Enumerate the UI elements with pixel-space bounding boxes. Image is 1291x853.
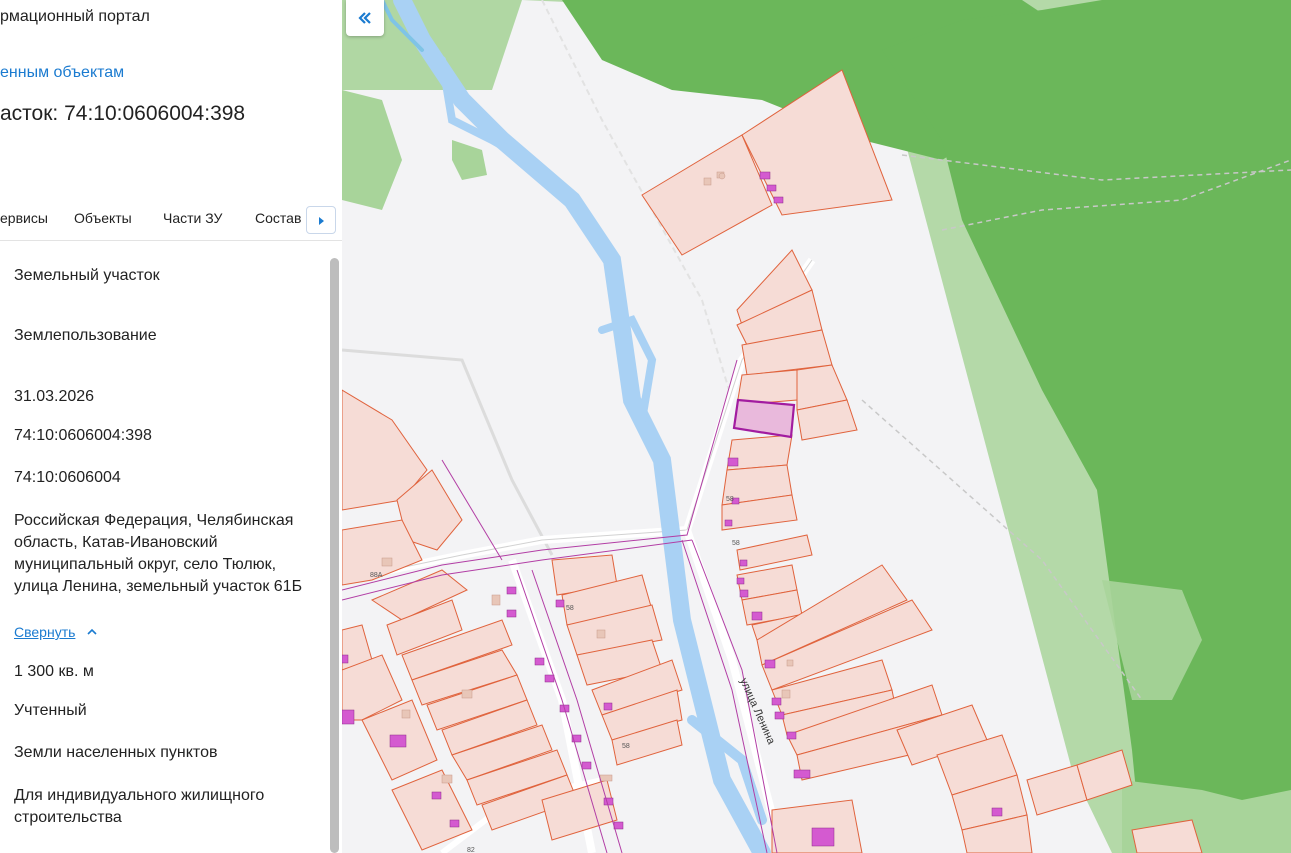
breadcrumb-link[interactable]: енным объектам xyxy=(0,64,124,82)
tab-services[interactable]: ервисы xyxy=(0,210,48,226)
panel-scrollbar[interactable] xyxy=(330,258,339,853)
double-chevron-left-icon xyxy=(358,12,371,24)
collapse-link[interactable]: Свернуть xyxy=(14,624,75,640)
land-category: Земли населенных пунктов xyxy=(14,744,218,761)
map-view[interactable]: улица Ленина 58 58 88А 58 82 58 xyxy=(342,0,1291,853)
house-number: 58 xyxy=(566,605,574,612)
object-type: Земельный участок xyxy=(14,267,160,284)
object-subtype: Землепользование xyxy=(14,327,157,344)
tab-bar: ервисы Объекты Части ЗУ Состав xyxy=(0,200,342,241)
caret-right-icon xyxy=(319,217,324,225)
page-title: асток: 74:10:0606004:398 xyxy=(0,102,246,125)
tab-objects[interactable]: Объекты xyxy=(74,210,132,226)
chevron-up-icon[interactable] xyxy=(86,627,98,637)
tab-parts[interactable]: Части ЗУ xyxy=(163,210,222,226)
house-number: 58 xyxy=(726,496,734,503)
permitted-use: Для индивидуального жилищного строительс… xyxy=(14,787,265,826)
cadastral-number: 74:10:0606004:398 xyxy=(14,427,152,444)
address-value: Российская Федерация, Челябинская област… xyxy=(14,512,303,595)
portal-title: рмационный портал xyxy=(0,8,150,25)
tab-composition[interactable]: Состав xyxy=(255,210,301,226)
info-panel: рмационный портал енным объектам асток: … xyxy=(0,0,342,853)
house-number: 58 xyxy=(622,743,630,750)
house-number: 88А xyxy=(370,572,383,579)
house-number: 58 xyxy=(732,540,740,547)
status-value: Учтенный xyxy=(14,702,87,719)
date-value: 31.03.2026 xyxy=(14,388,95,405)
map-canvas[interactable]: улица Ленина 58 58 88А 58 82 58 xyxy=(342,0,1291,853)
cadastral-quarter: 74:10:0606004 xyxy=(14,469,121,486)
collapse-panel-button[interactable] xyxy=(346,0,384,36)
tab-scroll-button[interactable] xyxy=(306,206,336,234)
selected-parcel[interactable] xyxy=(732,398,796,439)
house-number: 82 xyxy=(467,847,475,853)
area-value: 1 300 кв. м xyxy=(14,663,94,680)
